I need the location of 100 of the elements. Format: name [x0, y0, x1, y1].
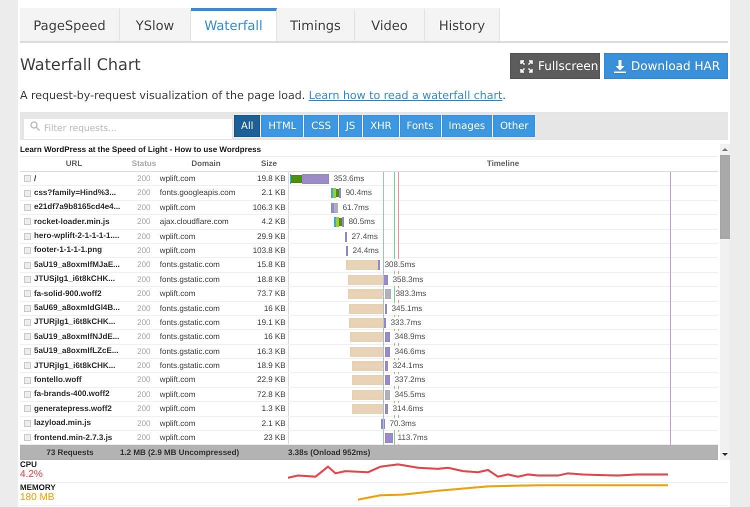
status-code: 200 [136, 216, 152, 228]
duration-label: 314.6ms [392, 403, 424, 416]
status-code: 200 [136, 346, 152, 358]
file-size: 18.8 KB [256, 274, 287, 286]
scroll-up-icon[interactable] [722, 148, 728, 151]
page-heading: Waterfall Chart [20, 55, 141, 74]
filter-type-button[interactable]: XHR [363, 115, 399, 137]
status-code: 200 [136, 202, 152, 214]
file-size: 19.8 KB [256, 173, 287, 185]
domain-name: wplift.com [160, 288, 196, 300]
domain-name: fonts.gstatic.com [160, 346, 221, 358]
timing-bar [330, 188, 341, 198]
tab[interactable]: History [425, 8, 500, 41]
status-code: 200 [136, 288, 152, 300]
tab[interactable]: Waterfall [191, 8, 277, 41]
filter-field[interactable]: Filter requests... [24, 119, 232, 139]
status-code: 200 [136, 230, 152, 243]
column-header: Timeline [486, 158, 520, 170]
filter-type-button[interactable]: Other [493, 115, 536, 137]
file-size: 4.2 KB [260, 216, 287, 228]
status-code: 200 [136, 418, 152, 430]
timing-bar [348, 304, 387, 314]
file-size: 16.3 KB [256, 346, 287, 358]
duration-label: 383.3ms [394, 288, 428, 300]
status-code: 200 [136, 259, 152, 272]
timing-bar [350, 332, 390, 342]
download-button[interactable]: Download HAR [604, 53, 728, 79]
timing-bar [350, 346, 390, 357]
duration-label: 324.1ms [392, 360, 424, 372]
file-size: 16 KB [262, 302, 287, 315]
metric-value: 4.2% [20, 470, 44, 480]
request-url: footer-1-1-1-1.png [34, 244, 102, 256]
scrollbar-thumb[interactable] [720, 155, 730, 239]
status-code: 200 [136, 316, 152, 329]
column-header: Domain [190, 158, 222, 170]
request-url: generatepress.woff2 [34, 402, 112, 415]
domain-name: fonts.gstatic.com [160, 302, 221, 315]
request-url: 5aU69_a8oxmIdGl4B... [34, 302, 120, 314]
description-text: A request-by-request visualization of the page load. Learn how to read a waterfall chart. [20, 89, 507, 102]
duration-label: 345.1ms [390, 302, 424, 315]
tab[interactable]: PageSpeed [20, 8, 120, 41]
request-url: 5aU19_a8oxmIfLZcE... [34, 345, 118, 358]
request-url: 5aU19_a8oxmIfMJaE... [34, 258, 120, 271]
file-size: 15.8 KB [256, 259, 287, 272]
help-link[interactable]: Learn how to read a waterfall chart [308, 89, 502, 102]
tab[interactable]: Timings [277, 8, 355, 41]
metric-value: 180 MB [20, 493, 56, 504]
domain-name: wplift.com [160, 374, 196, 386]
file-size: 18.9 KB [256, 360, 287, 372]
domain-name: fonts.googleapis.com [160, 187, 236, 200]
domain-name: ajax.cloudflare.com [160, 216, 230, 228]
filter-type-button[interactable]: CSS [304, 115, 338, 137]
status-code: 200 [136, 360, 152, 372]
file-size: 19.1 KB [256, 316, 287, 329]
request-url: rocket-loader.min.js [34, 216, 110, 228]
domain-name: wplift.com [160, 388, 196, 401]
total-size: 1.2 MB (2.9 MB Uncompressed) [120, 447, 240, 460]
fullscreen-button[interactable]: Fullscreen [510, 53, 600, 79]
file-size: 23 KB [262, 432, 287, 444]
column-header: Status [130, 158, 158, 170]
request-url: lazyload.min.js [34, 417, 91, 430]
filter-type-button[interactable]: JS [338, 115, 362, 137]
request-url: fontello.woff [34, 374, 82, 386]
duration-label: 333.7ms [390, 316, 422, 329]
domain-name: wplift.com [160, 244, 196, 257]
timing-bar [346, 246, 348, 256]
timing-bar [346, 260, 380, 270]
domain-name: wplift.com [160, 418, 196, 430]
filter-type-button[interactable]: All [234, 115, 260, 137]
filter-type-button[interactable]: HTML [261, 115, 304, 137]
request-url: hero-wplift-2-1-1-1-1.... [34, 230, 120, 242]
domain-name: wplift.com [160, 230, 196, 243]
domain-name: wplift.com [160, 432, 196, 444]
status-code: 200 [136, 403, 152, 416]
scroll-down-icon[interactable] [722, 453, 728, 456]
filter-type-button[interactable]: Fonts [400, 115, 441, 137]
metric-label: MEMORY [20, 483, 57, 493]
timing-bar [352, 375, 390, 386]
domain-name: fonts.gstatic.com [160, 259, 221, 272]
status-code: 200 [136, 173, 152, 185]
domain-name: fonts.gstatic.com [160, 274, 221, 286]
timing-bar [348, 318, 386, 328]
duration-label: 113.7ms [396, 432, 429, 444]
tab[interactable]: Video [355, 8, 425, 41]
request-url: JTURjIg1_i6t8kCHK... [34, 316, 116, 328]
timing-bar [352, 361, 388, 372]
file-size: 103.8 KB [252, 244, 287, 257]
status-code: 200 [136, 432, 152, 444]
request-url: fa-brands-400.woff2 [34, 388, 110, 400]
domain-name: fonts.gstatic.com [160, 316, 221, 329]
request-url: frontend.min-2.7.3.js [34, 432, 112, 444]
domain-name: wplift.com [160, 173, 196, 185]
timing-bar [290, 174, 329, 184]
timing-bar [352, 390, 390, 400]
scrollbar[interactable] [720, 144, 730, 460]
timing-bar [330, 202, 338, 213]
status-code: 200 [136, 244, 152, 257]
filter-type-button[interactable]: Images [442, 115, 492, 137]
file-size: 22.9 KB [256, 374, 287, 386]
tab[interactable]: YSlow [120, 8, 191, 41]
